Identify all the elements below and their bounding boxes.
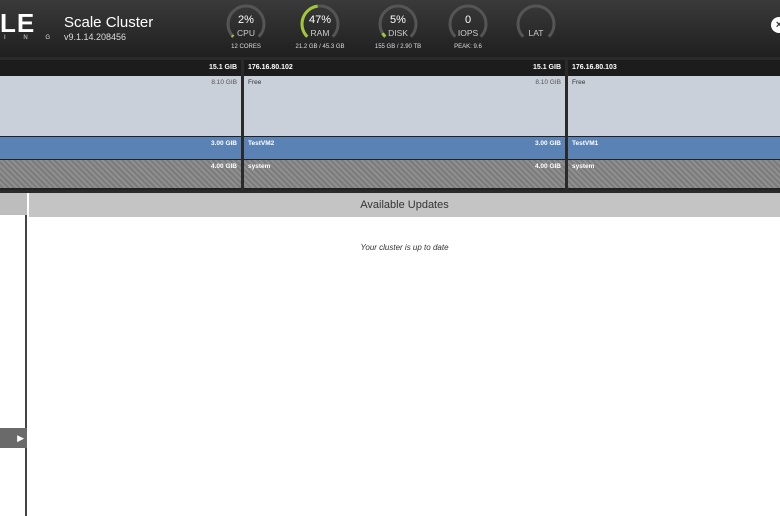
updates-title: Available Updates: [29, 193, 780, 217]
system-segment: system 4.00 GIB: [244, 160, 565, 188]
iops-gauge[interactable]: 0 IOPS: [446, 3, 490, 43]
cluster-name: Scale Cluster: [64, 14, 154, 31]
left-rail-header: [0, 193, 27, 215]
cpu-gauge[interactable]: 2% CPU: [224, 3, 268, 43]
cpu-cores: 12 CORES: [231, 44, 261, 50]
node-capacity: 15.1 GIB: [208, 64, 237, 71]
cluster-version: v9.1.14.208456: [64, 32, 127, 42]
ram-label: RAM: [310, 28, 330, 38]
node-capacity-panel: 15.1 GIB 8.10 GIB 3.00 GIB 4.00 GIB 176.…: [0, 57, 780, 193]
iops-label: IOPS: [457, 28, 479, 38]
node-header: 176.16.80.102 15.1 GIB: [244, 60, 565, 76]
vm-name: TestVM1: [572, 140, 599, 147]
disk-gauge[interactable]: 5% DISK: [376, 3, 420, 43]
cpu-value: 2%: [238, 14, 254, 26]
disk-label: DISK: [388, 28, 408, 38]
ram-value: 47%: [308, 14, 332, 26]
system-amount: 4.00 GIB: [534, 163, 561, 170]
free-label: Free: [248, 79, 262, 86]
updates-status-message: Your cluster is up to date: [360, 243, 449, 252]
play-arrow-icon: ▶: [17, 433, 24, 443]
free-segment: 8.10 GIB: [0, 76, 241, 136]
free-segment: Free: [568, 76, 780, 136]
free-label: Free: [572, 79, 586, 86]
node-ip: 176.16.80.102: [248, 64, 293, 71]
disk-usage: 155 GB / 2.90 TB: [374, 44, 422, 50]
iops-peak: PEAK: 9.6: [454, 44, 482, 50]
free-segment: Free 8.10 GIB: [244, 76, 565, 136]
vm-segment[interactable]: 3.00 GIB: [0, 137, 241, 159]
disk-value: 5%: [390, 14, 406, 26]
cpu-label: CPU: [237, 28, 255, 38]
system-segment: system: [568, 160, 780, 188]
ram-usage: 21.2 GB / 45.3 GB: [295, 44, 345, 50]
node-ip: 176.16.80.103: [572, 64, 617, 71]
vm-segment[interactable]: TestVM2 3.00 GIB: [244, 137, 565, 159]
node-capacity: 15.1 GIB: [532, 64, 561, 71]
node-header: 15.1 GIB: [0, 60, 241, 76]
node-card[interactable]: 15.1 GIB 8.10 GIB 3.00 GIB 4.00 GIB: [0, 60, 241, 190]
latency-gauge[interactable]: LAT: [514, 3, 558, 43]
vm-amount: 3.00 GIB: [210, 140, 237, 147]
system-segment: 4.00 GIB: [0, 160, 241, 188]
top-bar: LE I N G Scale Cluster v9.1.14.208456 2%…: [0, 0, 780, 57]
node-header: 176.16.80.103: [568, 60, 780, 76]
iops-value: 0: [464, 14, 472, 26]
system-label: system: [248, 163, 271, 170]
latency-label: LAT: [528, 28, 544, 38]
vm-amount: 3.00 GIB: [534, 140, 561, 147]
system-amount: 4.00 GIB: [210, 163, 237, 170]
free-amount: 8.10 GIB: [535, 79, 561, 86]
logo-subtext: I N G: [4, 35, 59, 41]
node-card[interactable]: 176.16.80.103 Free TestVM1 system: [568, 60, 780, 190]
close-icon[interactable]: ×: [771, 17, 780, 33]
ram-gauge[interactable]: 47% RAM: [298, 3, 342, 43]
expand-panel-button[interactable]: ▶: [0, 428, 27, 448]
vm-name: TestVM2: [248, 140, 275, 147]
vm-segment[interactable]: TestVM1: [568, 137, 780, 159]
left-rail: [0, 193, 27, 516]
system-label: system: [572, 163, 595, 170]
updates-panel: Available Updates Your cluster is up to …: [29, 193, 780, 516]
node-card[interactable]: 176.16.80.102 15.1 GIB Free 8.10 GIB Tes…: [244, 60, 565, 190]
free-amount: 8.10 GIB: [211, 79, 237, 86]
